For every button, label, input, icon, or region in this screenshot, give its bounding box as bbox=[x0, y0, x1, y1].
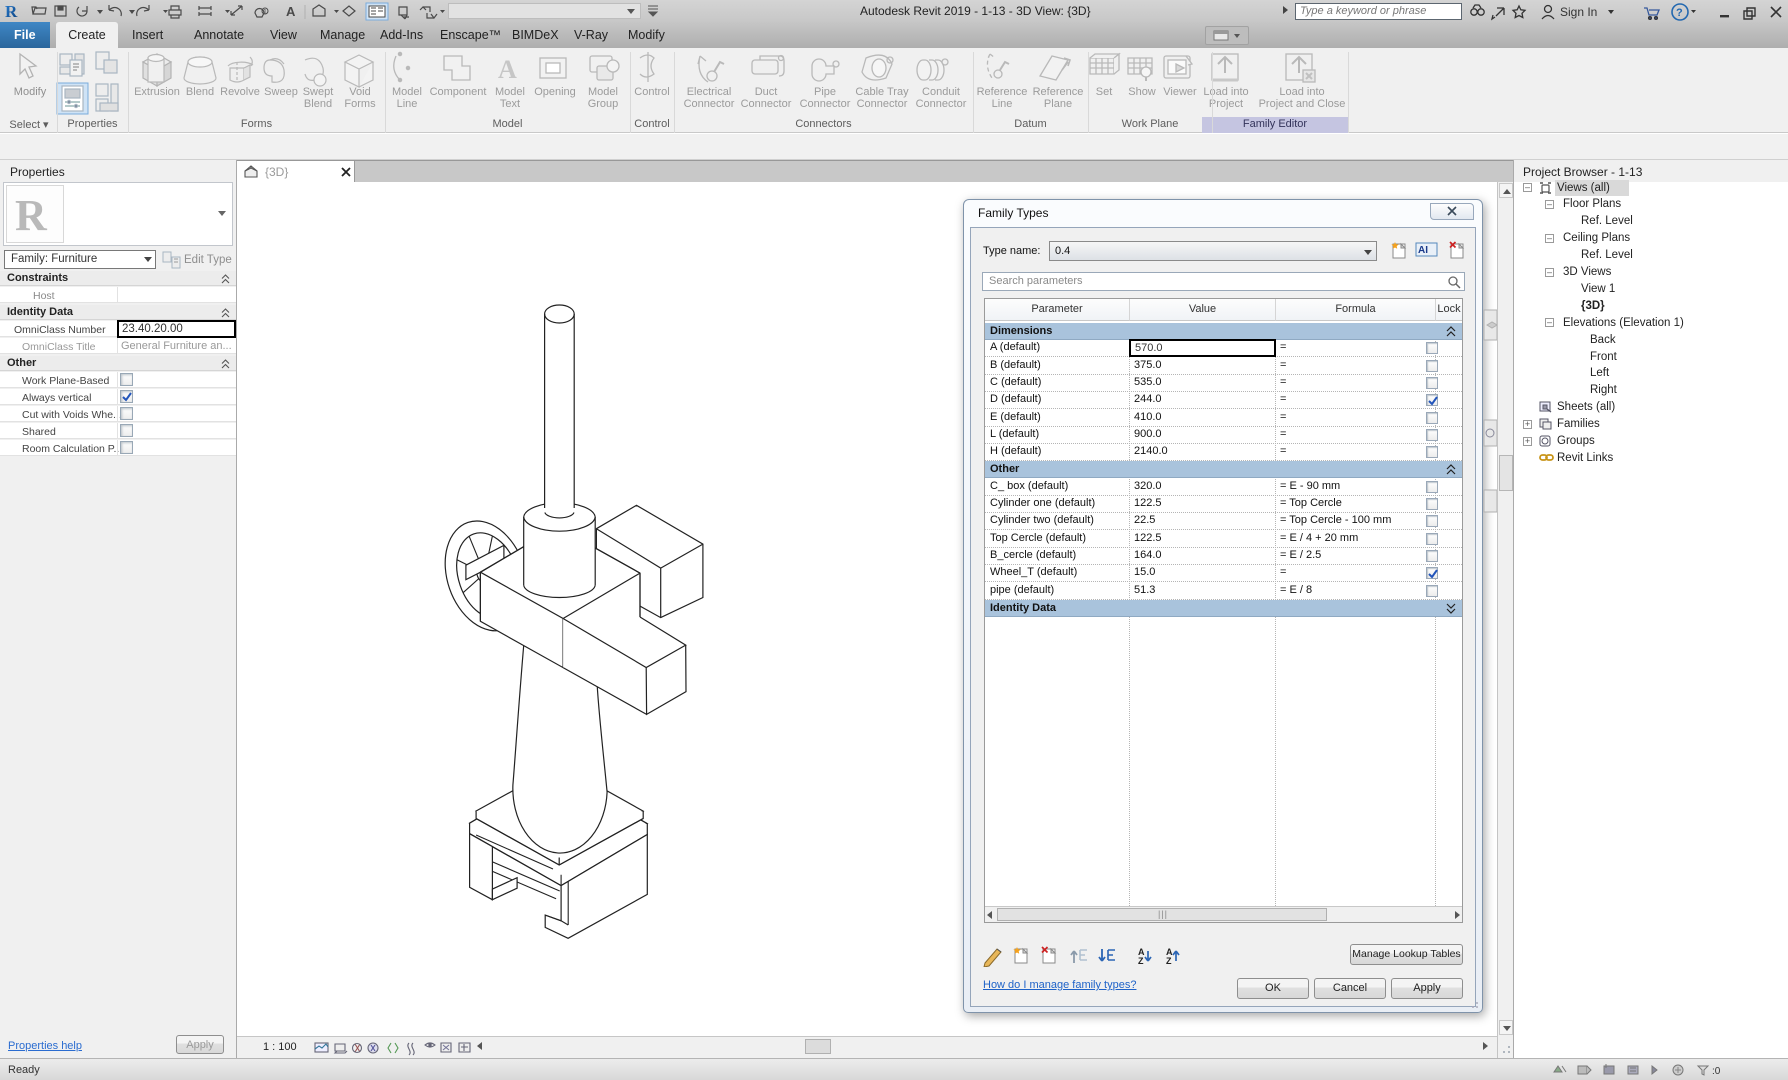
svg-text:Z: Z bbox=[1166, 956, 1172, 966]
svg-text:Z: Z bbox=[1138, 956, 1144, 966]
svg-text:R: R bbox=[5, 2, 18, 21]
svg-text::0: :0 bbox=[1712, 1066, 1721, 1077]
svg-text:Sign In: Sign In bbox=[1560, 5, 1597, 19]
svg-text:A: A bbox=[498, 55, 517, 84]
svg-text:?: ? bbox=[1676, 7, 1683, 19]
svg-text:A: A bbox=[286, 4, 296, 19]
svg-text:AI: AI bbox=[1418, 245, 1428, 256]
svg-text:1: 1 bbox=[263, 9, 267, 16]
svg-text:R: R bbox=[15, 191, 48, 240]
